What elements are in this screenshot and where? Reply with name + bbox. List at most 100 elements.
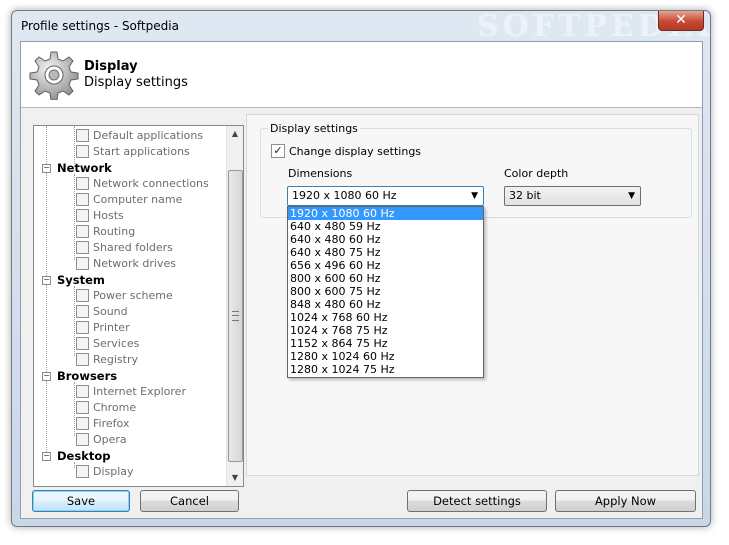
tree-checkbox[interactable] xyxy=(76,416,89,430)
tree-item-default-applications[interactable]: Default applications xyxy=(76,128,203,144)
collapse-icon[interactable]: − xyxy=(42,276,51,285)
tree-item-label: Start applications xyxy=(93,145,190,158)
change-display-settings-checkbox[interactable]: ✓ xyxy=(271,144,285,158)
collapse-icon[interactable]: − xyxy=(42,372,51,381)
scroll-down-icon[interactable]: ▼ xyxy=(227,470,243,486)
tree-item-label: Opera xyxy=(93,433,127,446)
tree-item-label: Internet Explorer xyxy=(93,385,186,398)
tree-checkbox[interactable] xyxy=(76,336,89,350)
tree-item-opera[interactable]: Opera xyxy=(76,432,127,448)
settings-tree[interactable]: Default applications Start applications … xyxy=(33,125,244,487)
tree-item-services[interactable]: Services xyxy=(76,336,139,352)
tree-checkbox[interactable] xyxy=(76,256,89,270)
dropdown-option[interactable]: 1152 x 864 75 Hz xyxy=(288,337,483,350)
gear-icon xyxy=(29,51,79,100)
scroll-up-icon[interactable]: ▲ xyxy=(227,126,243,142)
tree-checkbox[interactable] xyxy=(76,400,89,414)
dropdown-option[interactable]: 800 x 600 60 Hz xyxy=(288,272,483,285)
tree-category-network[interactable]: Network xyxy=(57,160,112,176)
dropdown-option[interactable]: 640 x 480 59 Hz xyxy=(288,220,483,233)
dropdown-option[interactable]: 1920 x 1080 60 Hz xyxy=(288,207,483,220)
tree-scrollbar[interactable]: ▲ ▼ xyxy=(226,126,243,486)
chevron-down-icon: ▼ xyxy=(471,191,478,201)
change-display-settings-row[interactable]: ✓ Change display settings xyxy=(271,144,422,159)
tree-item-network-connections[interactable]: Network connections xyxy=(76,176,209,192)
tree-item-label: Firefox xyxy=(93,417,130,430)
dropdown-option[interactable]: 640 x 480 75 Hz xyxy=(288,246,483,259)
tree-item-label: Display xyxy=(93,465,134,478)
dimensions-label: Dimensions xyxy=(288,167,353,180)
collapse-icon[interactable]: − xyxy=(42,452,51,461)
tree-checkbox[interactable] xyxy=(76,432,89,446)
tree-category-system[interactable]: System xyxy=(57,272,105,288)
page-subtitle: Display settings xyxy=(84,75,188,90)
tree-checkbox[interactable] xyxy=(76,304,89,318)
tree-checkbox[interactable] xyxy=(76,176,89,190)
cancel-button[interactable]: Cancel xyxy=(140,490,239,512)
tree-checkbox[interactable] xyxy=(76,208,89,222)
tree-item-internet-explorer[interactable]: Internet Explorer xyxy=(76,384,186,400)
tree-item-sound[interactable]: Sound xyxy=(76,304,128,320)
tree-item-label: Power scheme xyxy=(93,289,173,302)
tree-checkbox[interactable] xyxy=(76,128,89,142)
color-depth-select-value: 32 bit xyxy=(509,189,541,202)
dropdown-option[interactable]: 1024 x 768 75 Hz xyxy=(288,324,483,337)
tree-item-label: Network drives xyxy=(93,257,176,270)
tree-item-label: Computer name xyxy=(93,193,183,206)
title-bar[interactable]: Profile settings - Softpedia SOFTPEDIA ✕ xyxy=(12,9,710,44)
dropdown-option[interactable]: 640 x 480 60 Hz xyxy=(288,233,483,246)
dropdown-option[interactable]: 1024 x 768 60 Hz xyxy=(288,311,483,324)
tree-checkbox[interactable] xyxy=(76,144,89,158)
tree-item-label: Sound xyxy=(93,305,128,318)
collapse-icon[interactable]: − xyxy=(42,164,51,173)
detect-settings-button[interactable]: Detect settings xyxy=(407,490,547,512)
tree-item-display[interactable]: Display xyxy=(76,464,134,480)
tree-item-label: Shared folders xyxy=(93,241,173,254)
tree-item-label: Network connections xyxy=(93,177,209,190)
color-depth-label: Color depth xyxy=(504,167,569,180)
dimensions-dropdown-list[interactable]: 1920 x 1080 60 Hz 640 x 480 59 Hz 640 x … xyxy=(287,206,484,378)
tree-checkbox[interactable] xyxy=(76,320,89,334)
tree-item-printer[interactable]: Printer xyxy=(76,320,130,336)
tree-item-power-scheme[interactable]: Power scheme xyxy=(76,288,173,304)
dropdown-option[interactable]: 656 x 496 60 Hz xyxy=(288,259,483,272)
grip-icon xyxy=(232,311,239,321)
tree-item-hosts[interactable]: Hosts xyxy=(76,208,124,224)
tree-item-shared-folders[interactable]: Shared folders xyxy=(76,240,173,256)
tree-category-browsers[interactable]: Browsers xyxy=(57,368,117,384)
tree-category-desktop[interactable]: Desktop xyxy=(57,448,110,464)
tree-item-label: Registry xyxy=(93,353,139,366)
change-display-settings-label: Change display settings xyxy=(289,145,422,158)
close-button[interactable]: ✕ xyxy=(658,11,704,31)
tree-checkbox[interactable] xyxy=(76,464,89,478)
tree-item-label: Hosts xyxy=(93,209,124,222)
color-depth-select[interactable]: 32 bit ▼ xyxy=(504,186,641,206)
tree-item-registry[interactable]: Registry xyxy=(76,352,138,368)
dropdown-option[interactable]: 848 x 480 60 Hz xyxy=(288,298,483,311)
tree-checkbox[interactable] xyxy=(76,288,89,302)
tree-item-start-applications[interactable]: Start applications xyxy=(76,144,190,160)
tree-item-label: Printer xyxy=(93,321,130,334)
tree-checkbox[interactable] xyxy=(76,192,89,206)
tree-item-label: Services xyxy=(93,337,140,350)
dropdown-option[interactable]: 800 x 600 75 Hz xyxy=(288,285,483,298)
chevron-down-icon: ▼ xyxy=(628,191,635,201)
scroll-thumb[interactable] xyxy=(228,170,243,462)
tree-item-label: Routing xyxy=(93,225,136,238)
tree-item-firefox[interactable]: Firefox xyxy=(76,416,129,432)
tree-item-network-drives[interactable]: Network drives xyxy=(76,256,176,272)
tree-checkbox[interactable] xyxy=(76,384,89,398)
tree-checkbox[interactable] xyxy=(76,224,89,238)
dimensions-select[interactable]: 1920 x 1080 60 Hz ▼ xyxy=(287,186,484,206)
dimensions-select-value: 1920 x 1080 60 Hz xyxy=(292,189,397,202)
tree-checkbox[interactable] xyxy=(76,240,89,254)
tree-item-routing[interactable]: Routing xyxy=(76,224,135,240)
page-header: Display Display settings xyxy=(21,42,702,108)
dropdown-option[interactable]: 1280 x 1024 60 Hz xyxy=(288,350,483,363)
tree-item-computer-name[interactable]: Computer name xyxy=(76,192,182,208)
save-button[interactable]: Save xyxy=(32,490,130,512)
apply-now-button[interactable]: Apply Now xyxy=(555,490,696,512)
dropdown-option[interactable]: 1280 x 1024 75 Hz xyxy=(288,363,483,376)
tree-item-chrome[interactable]: Chrome xyxy=(76,400,136,416)
tree-checkbox[interactable] xyxy=(76,352,89,366)
